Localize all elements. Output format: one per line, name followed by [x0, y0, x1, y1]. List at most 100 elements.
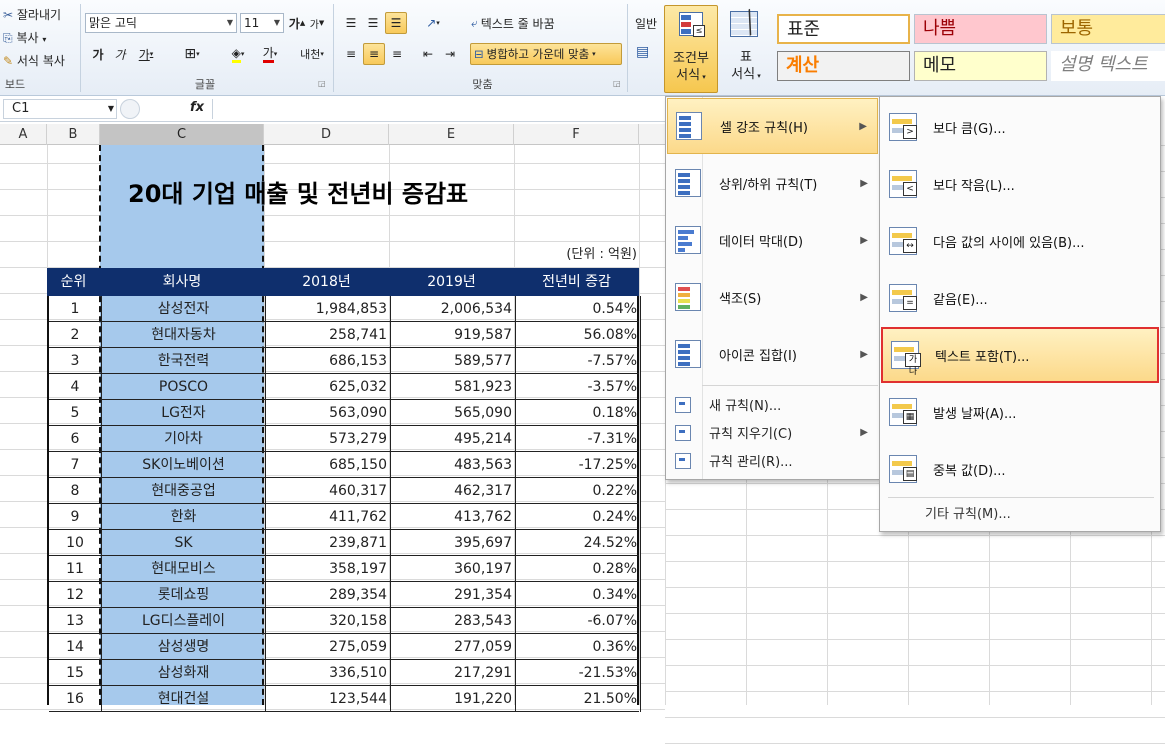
rank-cell[interactable]: 2: [49, 322, 102, 348]
rank-cell[interactable]: 5: [49, 400, 102, 426]
change-cell[interactable]: -3.57%: [516, 374, 641, 400]
sales-2019-cell[interactable]: 413,762: [391, 504, 516, 530]
rank-cell[interactable]: 7: [49, 452, 102, 478]
rank-cell[interactable]: 11: [49, 556, 102, 582]
highlight-rule-item[interactable]: 가나 텍스트 포함(T)...: [881, 327, 1159, 383]
sales-2019-cell[interactable]: 462,317: [391, 478, 516, 504]
highlight-rule-item[interactable]: > 보다 큼(G)...: [881, 99, 1159, 155]
sales-2018-cell[interactable]: 1,984,853: [266, 296, 391, 322]
company-cell[interactable]: LG디스플레이: [102, 608, 266, 634]
sales-2018-cell[interactable]: 239,871: [266, 530, 391, 556]
sales-2018-cell[interactable]: 320,158: [266, 608, 391, 634]
sales-2018-cell[interactable]: 275,059: [266, 634, 391, 660]
cf-menu-item[interactable]: 규칙 지우기(C) ▶: [667, 419, 878, 446]
company-cell[interactable]: SK이노베이션: [102, 452, 266, 478]
company-cell[interactable]: 삼성생명: [102, 634, 266, 660]
company-cell[interactable]: 기아차: [102, 426, 266, 452]
change-cell[interactable]: 0.36%: [516, 634, 641, 660]
rank-cell[interactable]: 3: [49, 348, 102, 374]
company-cell[interactable]: 삼성화재: [102, 660, 266, 686]
highlight-rule-item[interactable]: = 같음(E)...: [881, 270, 1159, 326]
sales-2019-cell[interactable]: 277,059: [391, 634, 516, 660]
company-cell[interactable]: POSCO: [102, 374, 266, 400]
sales-2018-cell[interactable]: 336,510: [266, 660, 391, 686]
sales-2019-cell[interactable]: 191,220: [391, 686, 516, 712]
change-cell[interactable]: 56.08%: [516, 322, 641, 348]
cf-menu-item[interactable]: 아이콘 집합(I) ▶: [667, 326, 878, 382]
rank-cell[interactable]: 13: [49, 608, 102, 634]
rank-cell[interactable]: 10: [49, 530, 102, 556]
highlight-rule-item[interactable]: ▦ 발생 날짜(A)...: [881, 384, 1159, 440]
sales-2018-cell[interactable]: 563,090: [266, 400, 391, 426]
company-cell[interactable]: 현대자동차: [102, 322, 266, 348]
rank-cell[interactable]: 14: [49, 634, 102, 660]
company-cell[interactable]: 현대모비스: [102, 556, 266, 582]
change-cell[interactable]: 21.50%: [516, 686, 641, 712]
cf-menu-item[interactable]: 색조(S) ▶: [667, 269, 878, 325]
sales-2018-cell[interactable]: 685,150: [266, 452, 391, 478]
change-cell[interactable]: 0.22%: [516, 478, 641, 504]
sales-2019-cell[interactable]: 565,090: [391, 400, 516, 426]
change-cell[interactable]: -7.57%: [516, 348, 641, 374]
sales-2019-cell[interactable]: 919,587: [391, 322, 516, 348]
cf-menu-item[interactable]: 새 규칙(N)...: [667, 391, 878, 418]
company-cell[interactable]: 한화: [102, 504, 266, 530]
rank-cell[interactable]: 9: [49, 504, 102, 530]
change-cell[interactable]: 0.28%: [516, 556, 641, 582]
sales-2018-cell[interactable]: 358,197: [266, 556, 391, 582]
sales-2019-cell[interactable]: 589,577: [391, 348, 516, 374]
company-cell[interactable]: SK: [102, 530, 266, 556]
change-cell[interactable]: -7.31%: [516, 426, 641, 452]
sales-2018-cell[interactable]: 625,032: [266, 374, 391, 400]
highlight-rule-item[interactable]: < 보다 작음(L)...: [881, 156, 1159, 212]
highlight-rule-item[interactable]: ▤ 중복 값(D)...: [881, 441, 1159, 497]
change-cell[interactable]: -17.25%: [516, 452, 641, 478]
sales-2018-cell[interactable]: 460,317: [266, 478, 391, 504]
rank-cell[interactable]: 8: [49, 478, 102, 504]
rank-cell[interactable]: 4: [49, 374, 102, 400]
change-cell[interactable]: -6.07%: [516, 608, 641, 634]
rank-cell[interactable]: 6: [49, 426, 102, 452]
sales-2018-cell[interactable]: 123,544: [266, 686, 391, 712]
more-rules-item[interactable]: 기타 규칙(M)...: [925, 503, 1011, 522]
sales-2019-cell[interactable]: 581,923: [391, 374, 516, 400]
change-cell[interactable]: 0.34%: [516, 582, 641, 608]
cf-menu-item[interactable]: 셀 강조 규칙(H) ▶: [667, 98, 878, 154]
company-cell[interactable]: 현대중공업: [102, 478, 266, 504]
sales-2018-cell[interactable]: 686,153: [266, 348, 391, 374]
rank-cell[interactable]: 12: [49, 582, 102, 608]
sales-2019-cell[interactable]: 291,354: [391, 582, 516, 608]
sales-2019-cell[interactable]: 483,563: [391, 452, 516, 478]
sales-2018-cell[interactable]: 411,762: [266, 504, 391, 530]
rank-cell[interactable]: 16: [49, 686, 102, 712]
rank-cell[interactable]: 15: [49, 660, 102, 686]
sales-2018-cell[interactable]: 289,354: [266, 582, 391, 608]
cf-menu-item[interactable]: 상위/하위 규칙(T) ▶: [667, 155, 878, 211]
sales-2018-cell[interactable]: 258,741: [266, 322, 391, 348]
sales-2019-cell[interactable]: 283,543: [391, 608, 516, 634]
highlight-rule-label: 중복 값(D)...: [933, 463, 1006, 479]
rank-cell[interactable]: 1: [49, 296, 102, 322]
sales-2019-cell[interactable]: 495,214: [391, 426, 516, 452]
sales-2019-cell[interactable]: 217,291: [391, 660, 516, 686]
between-icon: ↔: [889, 225, 919, 257]
table-row: 10 SK 239,871 395,697 24.52%: [49, 530, 641, 556]
duplicate-values-icon: ▤: [889, 453, 919, 485]
company-cell[interactable]: 삼성전자: [102, 296, 266, 322]
highlight-rule-item[interactable]: ↔ 다음 값의 사이에 있음(B)...: [881, 213, 1159, 269]
change-cell[interactable]: 0.24%: [516, 504, 641, 530]
company-cell[interactable]: 한국전력: [102, 348, 266, 374]
change-cell[interactable]: 0.54%: [516, 296, 641, 322]
company-cell[interactable]: 롯데쇼핑: [102, 582, 266, 608]
company-cell[interactable]: LG전자: [102, 400, 266, 426]
cf-menu-item[interactable]: 규칙 관리(R)...: [667, 447, 878, 474]
change-cell[interactable]: 24.52%: [516, 530, 641, 556]
sales-2019-cell[interactable]: 360,197: [391, 556, 516, 582]
company-cell[interactable]: 현대건설: [102, 686, 266, 712]
sales-2019-cell[interactable]: 395,697: [391, 530, 516, 556]
change-cell[interactable]: 0.18%: [516, 400, 641, 426]
cf-menu-item[interactable]: 데이터 막대(D) ▶: [667, 212, 878, 268]
sales-2019-cell[interactable]: 2,006,534: [391, 296, 516, 322]
change-cell[interactable]: -21.53%: [516, 660, 641, 686]
sales-2018-cell[interactable]: 573,279: [266, 426, 391, 452]
